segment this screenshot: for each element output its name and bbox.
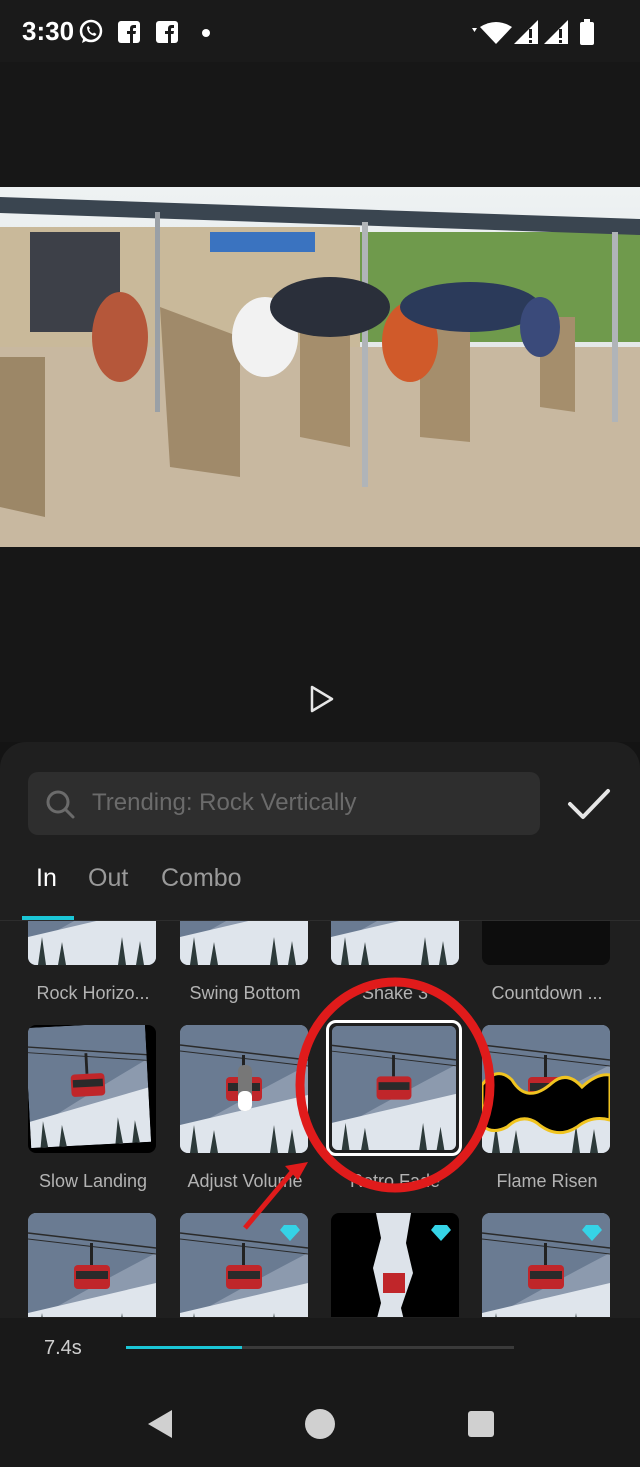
duration-label: 7.4s — [44, 1337, 82, 1359]
bottom-bar — [0, 1318, 640, 1467]
recents-icon[interactable] — [467, 1410, 495, 1438]
back-icon[interactable] — [146, 1408, 174, 1440]
duration-slider-fill — [126, 1346, 243, 1349]
annotation-overlay — [49, 977, 495, 1463]
home-icon[interactable] — [304, 1408, 336, 1440]
